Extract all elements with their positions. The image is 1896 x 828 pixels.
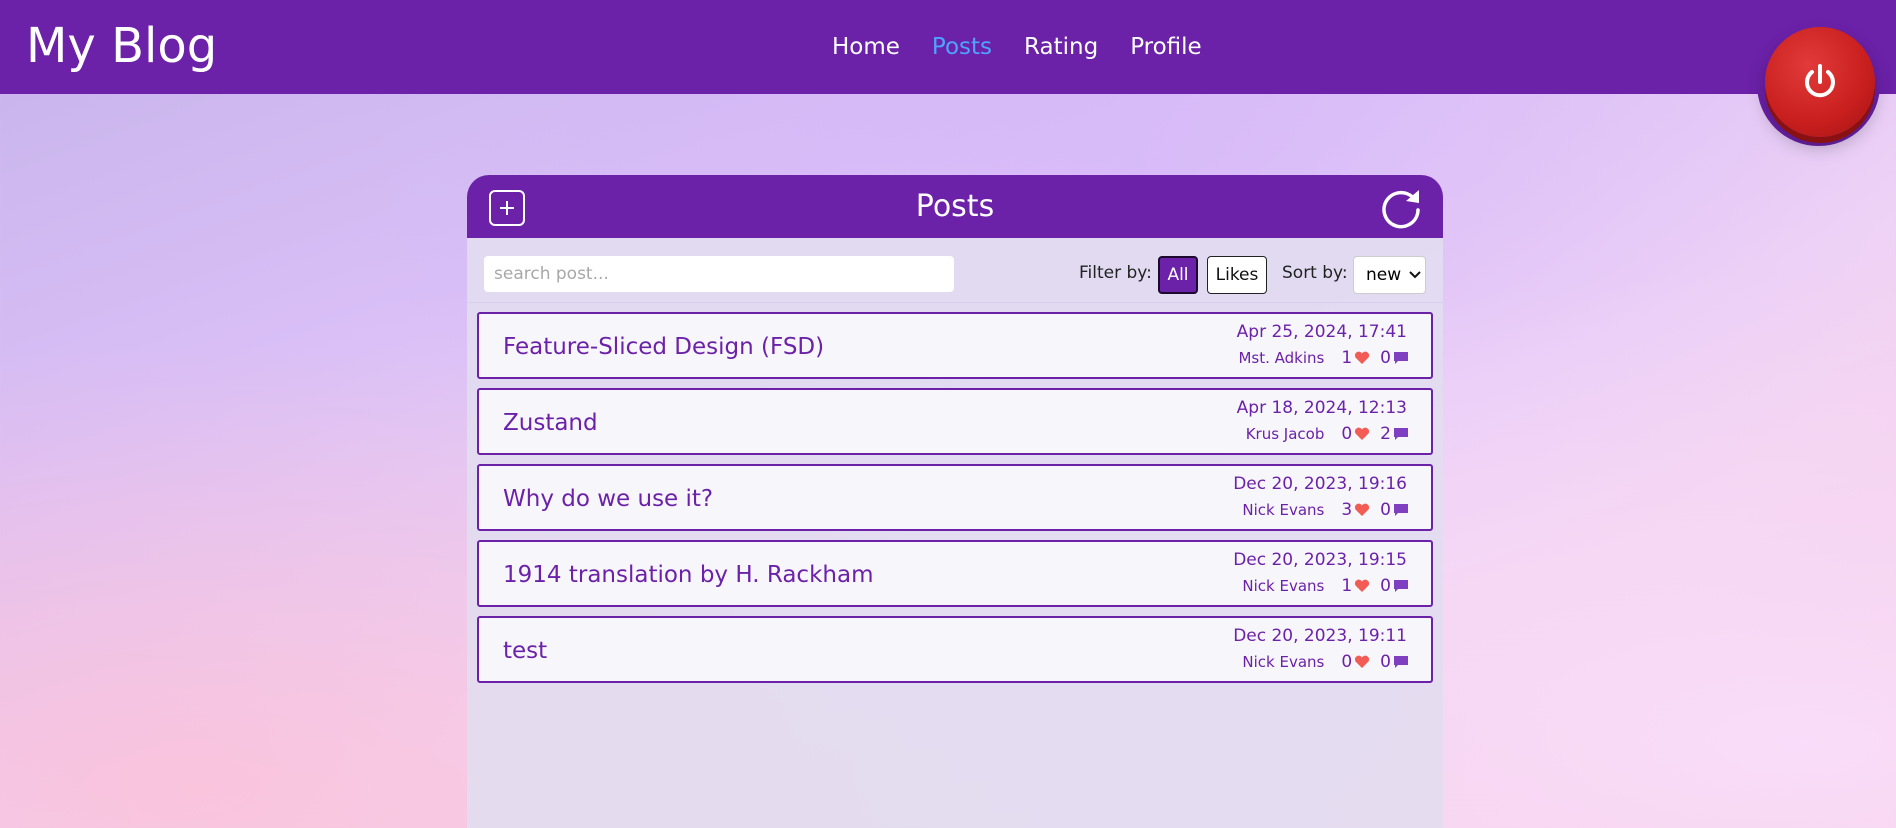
like-count: 0 bbox=[1341, 652, 1353, 672]
filter-all-button[interactable]: All bbox=[1158, 256, 1198, 294]
posts-list: Feature-Sliced Design (FSD) Apr 25, 2024… bbox=[477, 312, 1433, 692]
filter-label: Filter by: bbox=[1079, 263, 1152, 283]
posts-panel-header: Posts bbox=[467, 175, 1443, 238]
main-nav: Home Posts Rating Profile bbox=[832, 30, 1234, 64]
post-title[interactable]: Zustand bbox=[503, 409, 598, 437]
post-meta: Nick Evans 1 0 bbox=[1242, 576, 1409, 596]
post-item[interactable]: Zustand Apr 18, 2024, 12:13 Krus Jacob 0… bbox=[477, 388, 1433, 455]
logout-button[interactable] bbox=[1765, 27, 1875, 137]
nav-home[interactable]: Home bbox=[832, 30, 900, 64]
nav-posts[interactable]: Posts bbox=[932, 30, 992, 64]
heart-icon[interactable] bbox=[1354, 655, 1370, 669]
search-input[interactable] bbox=[484, 256, 954, 292]
comment-count: 0 bbox=[1380, 652, 1391, 672]
refresh-button[interactable] bbox=[1379, 186, 1423, 230]
nav-profile[interactable]: Profile bbox=[1130, 30, 1202, 64]
posts-toolbar: Filter by: All Likes Sort by: new bbox=[467, 245, 1443, 303]
sort-value: new bbox=[1366, 265, 1402, 285]
like-count: 1 bbox=[1341, 348, 1353, 368]
top-navbar: My Blog Home Posts Rating Profile bbox=[0, 0, 1896, 94]
post-date: Apr 25, 2024, 17:41 bbox=[1236, 322, 1407, 342]
nav-rating[interactable]: Rating bbox=[1024, 30, 1098, 64]
like-count: 1 bbox=[1341, 576, 1353, 596]
post-title[interactable]: Feature-Sliced Design (FSD) bbox=[503, 333, 824, 361]
post-meta: Krus Jacob 0 2 bbox=[1246, 424, 1409, 444]
refresh-icon bbox=[1382, 190, 1420, 229]
like-count: 3 bbox=[1341, 500, 1353, 520]
comment-count: 0 bbox=[1380, 500, 1391, 520]
post-date: Dec 20, 2023, 19:11 bbox=[1233, 626, 1407, 646]
heart-icon[interactable] bbox=[1354, 351, 1370, 365]
post-meta: Nick Evans 3 0 bbox=[1242, 500, 1409, 520]
post-title[interactable]: Why do we use it? bbox=[503, 485, 713, 513]
comment-count: 0 bbox=[1380, 348, 1391, 368]
sort-select[interactable]: new bbox=[1353, 256, 1426, 294]
post-author: Nick Evans bbox=[1242, 501, 1325, 519]
post-date: Dec 20, 2023, 19:16 bbox=[1233, 474, 1407, 494]
heart-icon[interactable] bbox=[1354, 427, 1370, 441]
post-author: Mst. Adkins bbox=[1238, 349, 1325, 367]
post-title[interactable]: test bbox=[503, 637, 547, 665]
post-meta: Nick Evans 0 0 bbox=[1242, 652, 1409, 672]
brand-title[interactable]: My Blog bbox=[26, 14, 217, 78]
panel-title: Posts bbox=[915, 189, 995, 224]
post-item[interactable]: Feature-Sliced Design (FSD) Apr 25, 2024… bbox=[477, 312, 1433, 379]
post-item[interactable]: test Dec 20, 2023, 19:11 Nick Evans 0 0 bbox=[477, 616, 1433, 683]
chevron-down-icon bbox=[1409, 271, 1421, 279]
comment-icon bbox=[1394, 428, 1408, 440]
power-icon bbox=[1805, 64, 1835, 98]
post-author: Nick Evans bbox=[1242, 577, 1325, 595]
sort-label: Sort by: bbox=[1282, 263, 1348, 283]
post-meta: Mst. Adkins 1 0 bbox=[1238, 348, 1409, 368]
post-author: Krus Jacob bbox=[1245, 425, 1325, 443]
post-title[interactable]: 1914 translation by H. Rackham bbox=[503, 561, 873, 589]
post-date: Apr 18, 2024, 12:13 bbox=[1236, 398, 1407, 418]
post-item[interactable]: Why do we use it? Dec 20, 2023, 19:16 Ni… bbox=[477, 464, 1433, 531]
comment-icon bbox=[1394, 580, 1408, 592]
comment-count: 2 bbox=[1380, 424, 1391, 444]
heart-icon[interactable] bbox=[1354, 579, 1370, 593]
posts-panel: Posts Filter by: All Likes Sort by: new … bbox=[467, 175, 1443, 828]
like-count: 0 bbox=[1341, 424, 1353, 444]
post-author: Nick Evans bbox=[1242, 653, 1325, 671]
comment-icon bbox=[1394, 656, 1408, 668]
post-item[interactable]: 1914 translation by H. Rackham Dec 20, 2… bbox=[477, 540, 1433, 607]
heart-icon[interactable] bbox=[1354, 503, 1370, 517]
filter-likes-button[interactable]: Likes bbox=[1207, 256, 1267, 294]
comment-icon bbox=[1394, 504, 1408, 516]
comment-icon bbox=[1394, 352, 1408, 364]
post-date: Dec 20, 2023, 19:15 bbox=[1233, 550, 1407, 570]
comment-count: 0 bbox=[1380, 576, 1391, 596]
